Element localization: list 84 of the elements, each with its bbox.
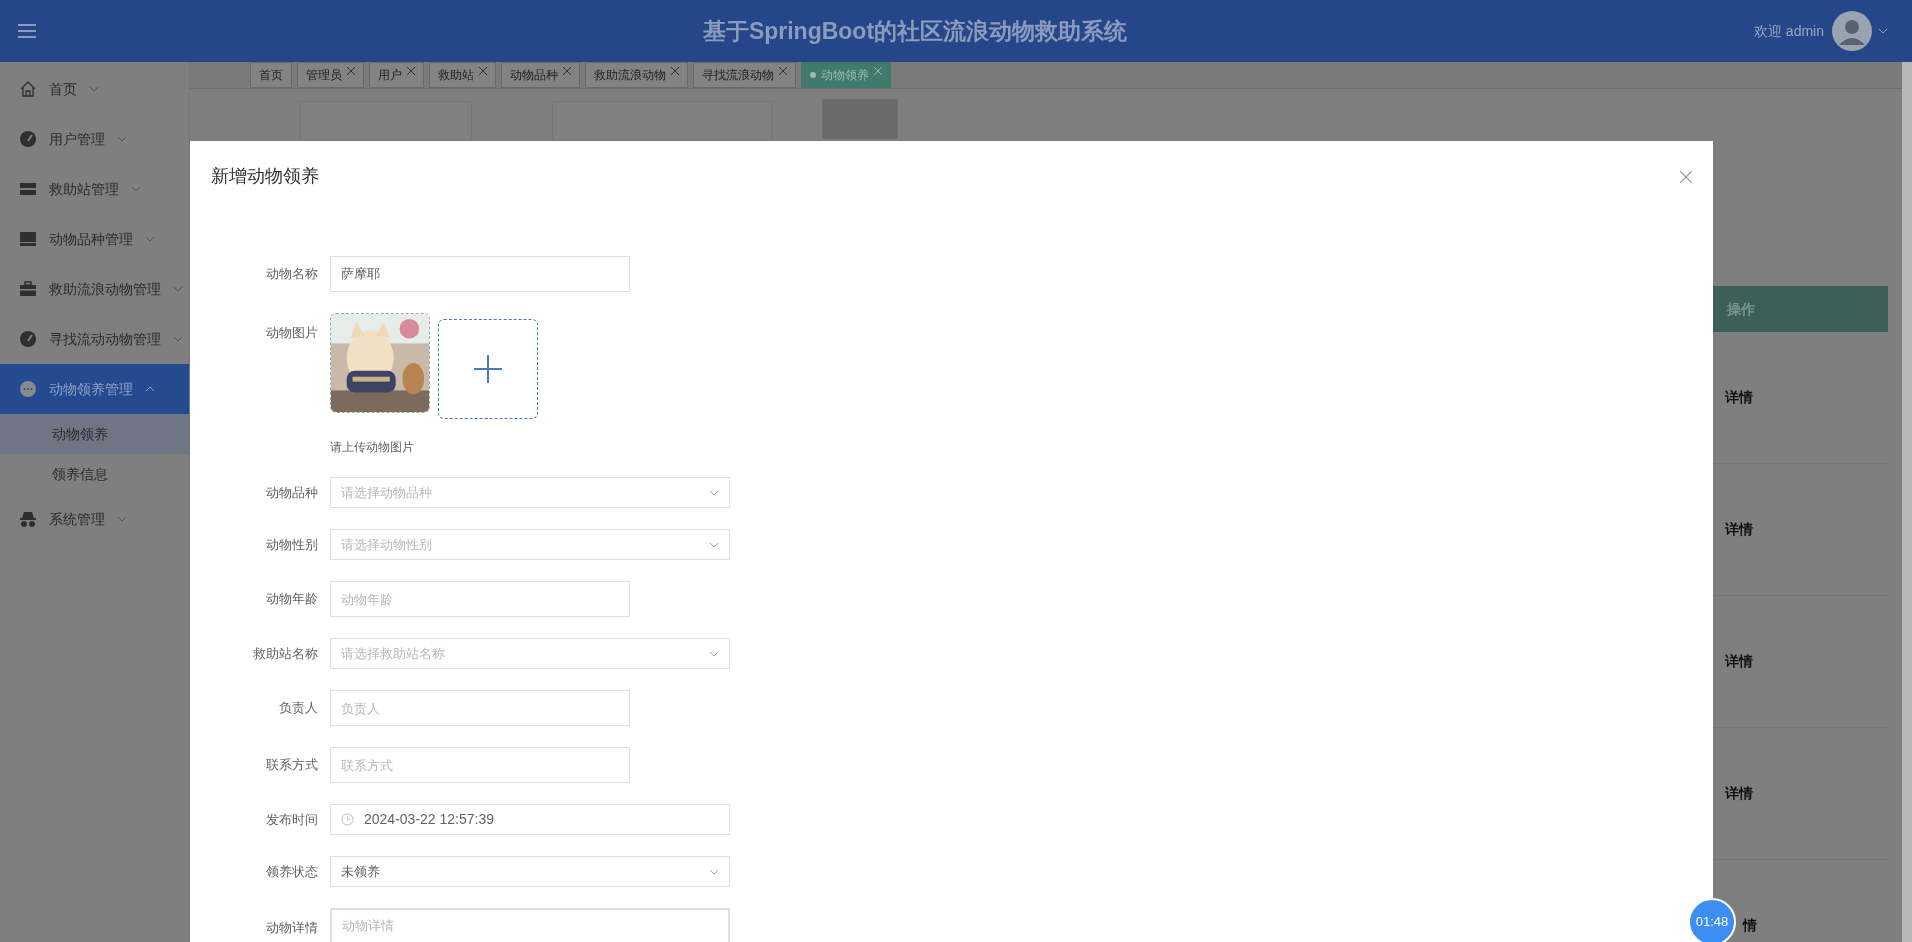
timer-badge: 01:48 [1688,898,1736,942]
briefcase-icon [19,280,37,298]
tab[interactable]: 寻找流浪动物 [693,62,796,88]
close-icon[interactable] [671,67,679,75]
chevron-down-icon [89,86,99,92]
tab[interactable]: 救助流浪动物 [585,62,688,88]
chevron-down-icon [173,286,183,292]
sidebar-item[interactable]: 寻找流动动物管理 [0,314,189,364]
sidebar-item[interactable]: 救助站管理 [0,164,189,214]
close-icon[interactable] [874,67,882,75]
chevron-down-icon [709,489,719,496]
close-icon[interactable] [779,67,787,75]
close-icon[interactable] [1680,170,1692,183]
plus-icon [474,355,502,383]
chevron-up-icon [145,386,155,392]
field-label: 救助站名称 [252,644,318,663]
chevron-down-icon [173,336,183,342]
tab[interactable]: 用户 [369,62,424,88]
select-field[interactable]: 未领养 [330,856,730,887]
chevron-down-icon [709,868,719,875]
tab[interactable]: 首页 [250,62,292,88]
welcome-text: 欢迎 admin [1753,21,1824,41]
textarea-field[interactable]: 动物详情 [330,908,730,942]
submenu-item[interactable]: 领养信息 [0,454,189,494]
chevron-down-icon [709,541,719,548]
field-label: 动物年龄 [265,590,318,609]
home-icon [19,80,37,98]
field-label: 动物性别 [265,535,318,554]
chevron-down-icon [1878,28,1888,34]
chevron-down-icon [709,650,719,657]
details-link[interactable]: 详情 [1725,519,1753,540]
upload-button[interactable] [438,319,538,419]
tab[interactable]: 救助站 [429,62,496,88]
monitor-icon [19,230,37,248]
gauge-icon [19,130,37,148]
scrollbar[interactable] [1902,62,1912,942]
close-icon[interactable] [407,67,415,75]
sidebar-item[interactable]: 动物领养管理 [0,364,189,414]
search-field[interactable] [552,101,772,141]
sidebar-item[interactable]: 首页 [0,64,189,114]
sidebar-item[interactable]: 动物品种管理 [0,214,189,264]
clock-icon [341,813,354,826]
modal-title: 新增动物领养 [211,165,319,188]
field-label: 领养状态 [265,862,318,881]
server-icon [19,180,37,198]
upload-hint: 请上传动物图片 [330,439,415,456]
chevron-down-icon [117,136,127,142]
input-field[interactable]: 联系方式 [330,747,630,783]
app-title: 基于SpringBoot的社区流浪动物救助系统 [702,16,1128,46]
chevron-down-icon [145,236,155,242]
input-field[interactable]: 动物年龄 [330,581,630,617]
tab[interactable]: 动物领养 [801,62,891,88]
sidebar-item[interactable]: 救助流浪动物管理 [0,264,189,314]
input-field[interactable]: 负责人 [330,690,630,726]
spy-icon [19,510,37,528]
tab[interactable]: 动物品种 [501,62,580,88]
field-label: 动物详情 [265,919,318,938]
chevron-down-icon [117,516,127,522]
submenu-item[interactable]: 动物领养 [0,414,189,454]
sidebar-item[interactable]: 系统管理 [0,494,189,544]
tab[interactable]: 管理员 [297,62,364,88]
close-icon[interactable] [479,67,487,75]
details-link[interactable]: 详情 [1725,387,1753,408]
close-icon[interactable] [563,67,571,75]
date-field[interactable]: 2024-03-22 12:57:39 [330,804,730,835]
gauge-icon [19,330,37,348]
field-label: 联系方式 [265,756,318,775]
close-icon[interactable] [347,67,355,75]
avatar-icon[interactable] [1832,11,1872,51]
field-label: 发布时间 [265,810,318,829]
more-icon [19,380,37,398]
chevron-down-icon [131,186,141,192]
sidebar-item[interactable]: 用户管理 [0,114,189,164]
field-label: 负责人 [278,699,318,718]
input-field[interactable]: 萨摩耶 [330,256,630,292]
menu-icon[interactable] [18,23,36,39]
search-field[interactable] [300,101,472,141]
details-link[interactable]: 详情 [1725,651,1753,672]
details-link[interactable]: 详情 [1725,783,1753,804]
field-label: 动物品种 [265,483,318,502]
column-header: 操作 [1727,299,1755,319]
details-link[interactable]: 情 [1743,915,1757,936]
field-label: 动物名称 [265,265,318,284]
field-label: 动物图片 [265,324,318,342]
